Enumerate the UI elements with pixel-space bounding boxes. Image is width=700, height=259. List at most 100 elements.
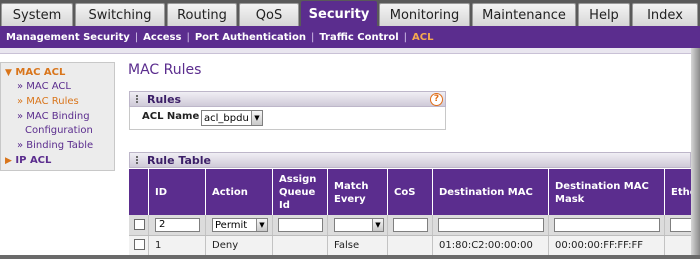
row-action-cell: Deny	[206, 236, 273, 256]
menu-item-mac-binding-cont[interactable]: Configuration	[25, 125, 140, 136]
row-cos-cell	[388, 236, 433, 256]
rules-section-body: ACL Name acl_bpdu ▼	[129, 107, 446, 130]
header-match-every-line1: Match	[334, 181, 369, 192]
window-right-edge	[691, 48, 700, 259]
menu-item-mac-acl-group[interactable]: ▼ MAC ACL	[5, 67, 120, 78]
tab-security[interactable]: Security	[301, 1, 377, 26]
input-id-cell: 2	[149, 215, 206, 235]
header-assign-queue-line3: Id	[279, 200, 290, 211]
cos-input[interactable]	[393, 218, 428, 232]
row-match-every-cell: False	[328, 236, 388, 256]
chevron-right-icon: ▶	[5, 156, 12, 166]
rule-table: ID Action Assign Queue Id Match Every Co…	[129, 169, 691, 259]
header-divider	[0, 48, 700, 54]
header-destination-mac-mask: Destination MAC Mask	[549, 169, 665, 215]
rule-table-title: Rule Table	[147, 153, 211, 167]
header-action: Action	[206, 169, 273, 215]
row-match-every: False	[334, 240, 360, 251]
rules-section-header: Rules ?	[129, 91, 446, 107]
menu-label-ip-acl: IP ACL	[15, 155, 52, 166]
row-select-cell	[129, 236, 149, 256]
input-match-every-cell: ▼	[328, 215, 388, 235]
row-destination-mac-cell: 01:80:C2:00:00:00	[433, 236, 549, 256]
tab-switching[interactable]: Switching	[75, 3, 165, 26]
row-id: 1	[155, 240, 162, 251]
row-destination-mac-mask-cell: 00:00:00:FF:FF:FF	[549, 236, 665, 256]
app-window: System Switching Routing QoS Security Mo…	[0, 0, 700, 259]
header-match-every-line2: Every	[334, 194, 366, 205]
table-input-row: 2 Permit ▼ ▼	[129, 215, 691, 236]
header-destination-mac-mask-line2: Mask	[555, 194, 585, 205]
grip-icon	[136, 95, 141, 103]
header-destination-mac-mask-line1: Destination MAC	[555, 181, 649, 192]
input-action-cell: Permit ▼	[206, 215, 273, 235]
action-select-value: Permit	[215, 219, 248, 231]
destination-mac-input[interactable]	[438, 218, 544, 232]
table-row: 1 Deny False 01:80:C2:00:00:00 00:00:00:…	[129, 236, 691, 256]
menu-item-binding-table[interactable]: » Binding Table	[17, 140, 132, 151]
dropdown-arrow-icon: ▼	[251, 111, 262, 125]
row-assign-queue-cell	[273, 236, 328, 256]
tab-system[interactable]: System	[1, 3, 73, 26]
subnav-access[interactable]: Access	[138, 32, 186, 43]
subnav-traffic-control[interactable]: Traffic Control	[314, 32, 403, 43]
acl-name-select[interactable]: acl_bpdu ▼	[201, 110, 263, 126]
menu-item-mac-rules[interactable]: » MAC Rules	[17, 96, 132, 107]
header-match-every: Match Every	[328, 169, 388, 215]
menu-item-ip-acl[interactable]: ▶ IP ACL	[5, 155, 120, 166]
id-input[interactable]: 2	[155, 218, 200, 232]
action-select[interactable]: Permit ▼	[212, 218, 268, 232]
subnav-management-security[interactable]: Management Security	[0, 32, 135, 43]
tab-qos[interactable]: QoS	[239, 3, 299, 26]
table-header-row: ID Action Assign Queue Id Match Every Co…	[129, 169, 691, 215]
row-checkbox[interactable]	[134, 219, 145, 230]
row-destination-mac: 01:80:C2:00:00:00	[439, 240, 533, 251]
row-checkbox[interactable]	[134, 239, 145, 250]
destination-mac-mask-input[interactable]	[554, 218, 660, 232]
ether-input[interactable]	[670, 218, 691, 232]
header-assign-queue: Assign Queue Id	[273, 169, 328, 215]
tab-index[interactable]: Index	[632, 3, 698, 26]
tab-maintenance[interactable]: Maintenance	[472, 3, 576, 26]
grip-icon	[136, 156, 141, 164]
row-destination-mac-mask: 00:00:00:FF:FF:FF	[555, 240, 643, 251]
header-ether: Ether	[671, 186, 691, 198]
tab-help[interactable]: Help	[578, 3, 630, 26]
row-action: Deny	[212, 240, 239, 251]
dropdown-arrow-icon: ▼	[256, 219, 267, 231]
acl-name-value: acl_bpdu	[204, 112, 249, 124]
input-cos-cell	[388, 215, 433, 235]
menu-label-mac-acl-group: MAC ACL	[15, 67, 66, 78]
assign-queue-input[interactable]	[278, 218, 323, 232]
subnav-acl[interactable]: ACL	[407, 32, 438, 43]
input-assign-queue-cell	[273, 215, 328, 235]
rule-table-section-header: Rule Table	[129, 152, 691, 168]
input-destination-mac-mask-cell	[549, 215, 665, 235]
input-ether-cell	[665, 215, 691, 235]
header-assign-queue-line1: Assign	[279, 174, 317, 185]
menu-item-mac-acl[interactable]: » MAC ACL	[17, 81, 132, 92]
tab-routing[interactable]: Routing	[167, 3, 237, 26]
header-cos: CoS	[388, 169, 433, 215]
sub-nav-bar: Management Security | Access | Port Auth…	[0, 26, 700, 48]
row-id-cell: 1	[149, 236, 206, 256]
acl-name-label: ACL Name	[142, 111, 200, 122]
page-title: MAC Rules	[128, 62, 202, 78]
row-ether-cell	[665, 236, 691, 256]
header-destination-mac: Destination MAC	[433, 169, 549, 215]
input-select-cell	[129, 215, 149, 235]
dropdown-arrow-icon: ▼	[372, 219, 383, 231]
header-id: ID	[149, 169, 206, 215]
header-select	[129, 169, 149, 215]
input-destination-mac-cell	[433, 215, 549, 235]
header-assign-queue-line2: Queue	[279, 187, 316, 198]
help-icon[interactable]: ?	[430, 93, 443, 106]
match-every-select[interactable]: ▼	[334, 218, 384, 232]
tab-monitoring[interactable]: Monitoring	[379, 3, 470, 26]
chevron-down-icon: ▼	[5, 68, 12, 78]
top-tab-bar: System Switching Routing QoS Security Mo…	[0, 0, 700, 26]
left-menu: ▼ MAC ACL » MAC ACL » MAC Rules » MAC Bi…	[0, 62, 115, 171]
subnav-port-authentication[interactable]: Port Authentication	[190, 32, 311, 43]
rules-section-title: Rules	[147, 92, 182, 106]
menu-item-mac-binding[interactable]: » MAC Binding	[17, 111, 132, 122]
